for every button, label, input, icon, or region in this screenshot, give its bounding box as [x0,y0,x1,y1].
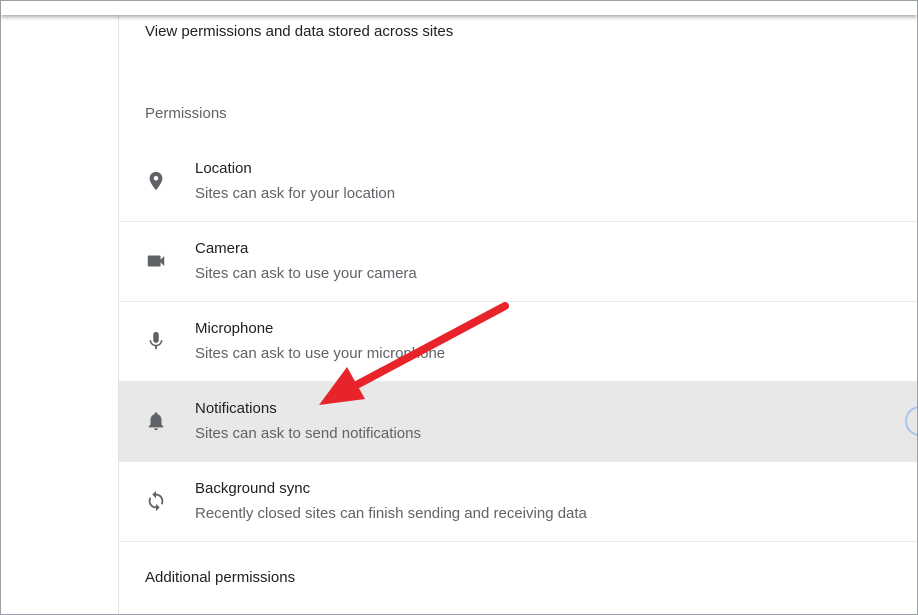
permission-subtitle: Sites can ask to send notifications [195,425,421,442]
permission-subtitle: Sites can ask to use your microphone [195,345,446,362]
permission-title: Background sync [195,480,311,497]
settings-card: View permissions and data stored across … [119,1,917,614]
permission-subtitle: Sites can ask for your location [195,185,396,202]
location-pin-icon [145,170,167,192]
permission-row-notifications[interactable]: Notifications Sites can ask to send noti… [119,382,917,462]
permission-row-background-sync[interactable]: Background sync Recently closed sites ca… [119,462,917,542]
browser-frame: View permissions and data stored across … [0,0,918,615]
permission-title: Location [195,160,252,177]
focus-ring [905,406,917,436]
left-gutter [1,1,119,614]
toolbar-edge [1,1,917,15]
permission-subtitle: Recently closed sites can finish sending… [195,505,587,522]
bell-icon [145,410,167,432]
microphone-icon [145,330,167,352]
permission-title: Camera [195,240,249,257]
permissions-section-title: Permissions [145,105,227,122]
permission-title: Notifications [195,400,277,417]
additional-permissions-toggle[interactable]: Additional permissions [145,569,295,586]
permission-row-microphone[interactable]: Microphone Sites can ask to use your mic… [119,302,917,382]
permission-row-camera[interactable]: Camera Sites can ask to use your camera [119,222,917,302]
sync-icon [145,490,167,512]
permissions-list: Location Sites can ask for your location… [119,142,917,542]
permission-title: Microphone [195,320,274,337]
site-settings-description: View permissions and data stored across … [145,23,454,40]
permission-row-location[interactable]: Location Sites can ask for your location [119,142,917,222]
permission-subtitle: Sites can ask to use your camera [195,265,417,282]
camera-icon [145,250,167,272]
